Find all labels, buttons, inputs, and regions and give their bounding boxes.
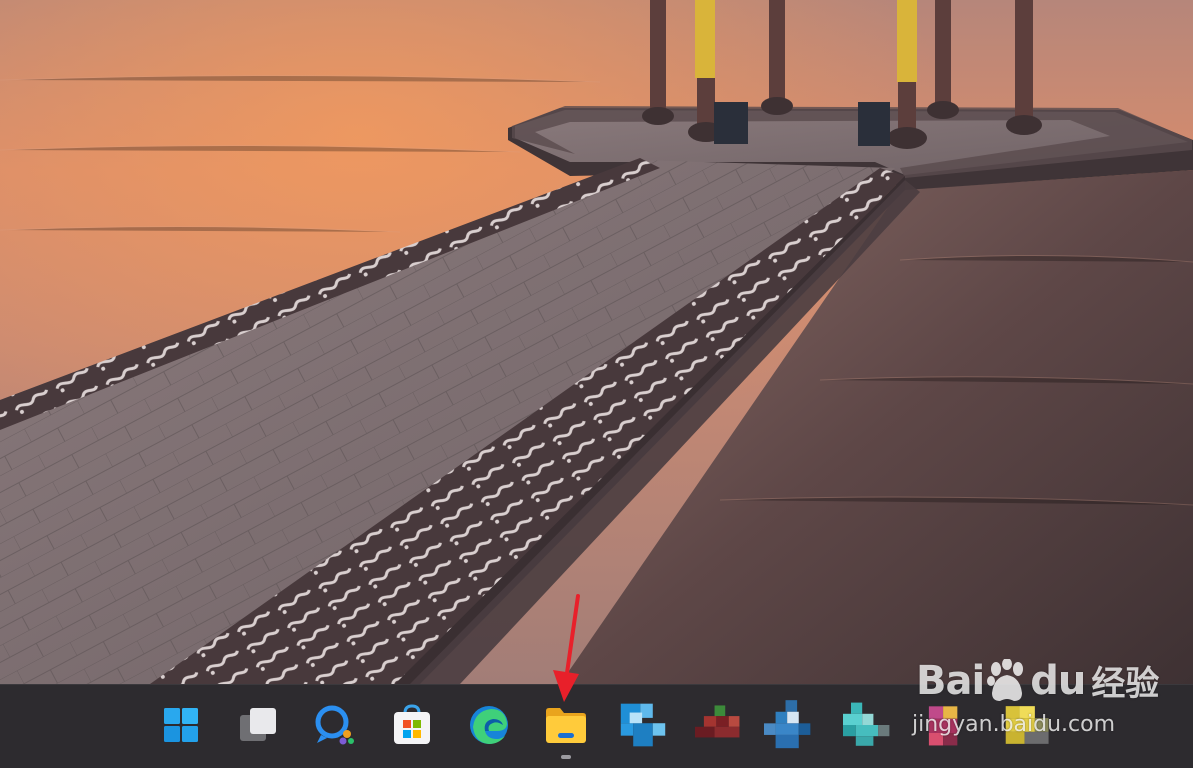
pinned-app-4-button[interactable] — [843, 701, 891, 749]
chat-button[interactable] — [311, 701, 359, 749]
blurred-app-icon — [764, 700, 811, 749]
blurred-app-icon — [843, 702, 890, 746]
watermark-brand: Bai du 经验 — [916, 656, 1159, 705]
blurred-app-icon — [620, 703, 666, 747]
start-button[interactable] — [157, 701, 205, 749]
task-view-button[interactable] — [234, 701, 282, 749]
pinned-app-3-button[interactable] — [764, 700, 812, 749]
baidu-watermark: Bai du 经验 jingyan.baidu.com — [912, 640, 1182, 758]
edge-browser-button[interactable] — [465, 701, 513, 749]
wallpaper-image — [0, 0, 1193, 684]
chat-icon — [315, 705, 354, 745]
watermark-brand-right: du — [1030, 657, 1086, 704]
edge-browser-icon — [470, 706, 508, 744]
annotation-arrow — [553, 594, 580, 702]
windows-start-icon — [164, 708, 198, 742]
running-indicator — [561, 755, 571, 759]
pinned-app-2-button[interactable] — [695, 701, 743, 749]
desktop-wallpaper — [0, 0, 1193, 684]
watermark-brand-cn: 经验 — [1091, 664, 1160, 704]
baidu-paw-icon — [987, 658, 1024, 701]
microsoft-store-icon — [394, 704, 430, 744]
pinned-app-1-button[interactable] — [619, 701, 667, 749]
blurred-app-icon — [695, 705, 740, 738]
watermark-brand-left: Bai — [916, 657, 985, 704]
microsoft-store-button[interactable] — [388, 701, 436, 749]
task-view-icon — [240, 708, 276, 741]
file-explorer-button[interactable] — [542, 701, 590, 759]
file-explorer-icon — [546, 708, 586, 743]
watermark-url: jingyan.baidu.com — [912, 712, 1116, 737]
